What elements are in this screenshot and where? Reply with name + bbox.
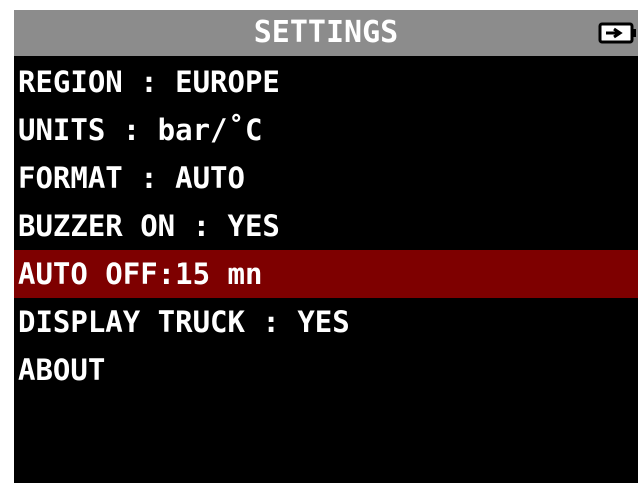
menu-item-buzzer[interactable]: BUZZER ON : YES	[14, 202, 638, 250]
menu-item-region[interactable]: REGION : EUROPE	[14, 58, 638, 106]
battery-icon	[598, 22, 636, 44]
menu-item-label: ABOUT	[18, 353, 106, 387]
device-screen: SETTINGS REGION : EUROPE UNITS : bar/˚C …	[14, 10, 638, 483]
menu-item-label: FORMAT : AUTO	[18, 161, 245, 195]
menu-item-auto-off[interactable]: AUTO OFF:15 mn	[14, 250, 638, 298]
menu-item-label: REGION : EUROPE	[18, 65, 280, 99]
settings-menu: REGION : EUROPE UNITS : bar/˚C FORMAT : …	[14, 58, 638, 394]
menu-item-label: BUZZER ON : YES	[18, 209, 280, 243]
menu-item-label: AUTO OFF:15 mn	[18, 257, 263, 291]
menu-item-label: UNITS : bar/˚C	[18, 113, 263, 147]
title-bar: SETTINGS	[14, 10, 638, 56]
menu-item-about[interactable]: ABOUT	[14, 346, 638, 394]
menu-item-format[interactable]: FORMAT : AUTO	[14, 154, 638, 202]
page-title: SETTINGS	[253, 15, 399, 50]
menu-item-units[interactable]: UNITS : bar/˚C	[14, 106, 638, 154]
menu-item-label: DISPLAY TRUCK : YES	[18, 305, 350, 339]
menu-item-display-truck[interactable]: DISPLAY TRUCK : YES	[14, 298, 638, 346]
